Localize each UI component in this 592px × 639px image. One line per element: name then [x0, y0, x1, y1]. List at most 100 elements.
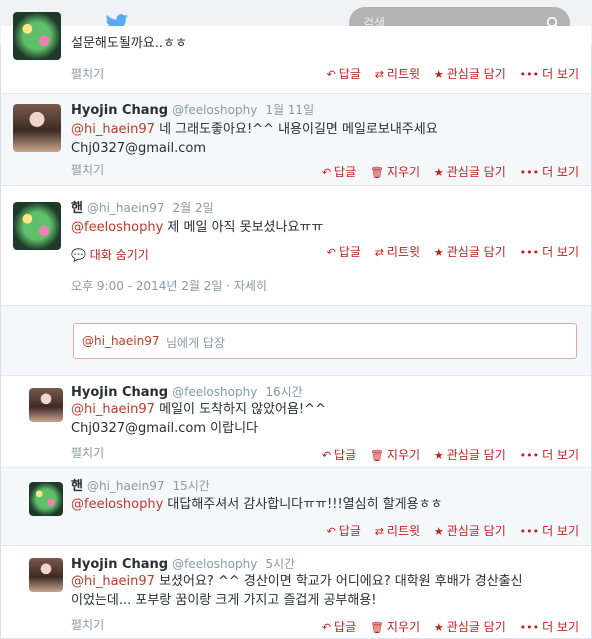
tweet-time[interactable]: 2월 2일	[172, 201, 213, 215]
detail-link[interactable]: 자세히	[234, 279, 267, 293]
tweet-actions: ↶ 답글 🗑 지우기 ★ 관심글 담기 ••• 더 보기	[312, 446, 579, 463]
expand-link[interactable]: 펼치기	[71, 444, 104, 461]
trash-icon: 🗑	[369, 166, 384, 179]
tweet-actions: ↶ 답글 🗑 지우기 ★ 관심글 담기 ••• 더 보기	[312, 618, 579, 635]
favorite-button[interactable]: ★ 관심글 담기	[434, 446, 506, 463]
trash-icon: 🗑	[369, 449, 384, 462]
more-icon: •••	[519, 246, 540, 259]
reply-icon: ↶	[321, 621, 332, 634]
retweet-button[interactable]: ⇄ 리트윗	[375, 522, 420, 539]
delete-button[interactable]: 🗑 지우기	[370, 446, 420, 463]
delete-button[interactable]: 🗑 지우기	[370, 163, 420, 180]
tweet[interactable]: Hyojin Chang @feeloshophy 5시간 @hi_haein97 …	[1, 546, 591, 639]
star-icon: ★	[433, 68, 444, 81]
more-button[interactable]: ••• 더 보기	[520, 243, 579, 260]
tweet-actions: ↶ 답글 ⇄ 리트윗 ★ 관심글 담기 ••• 더 보기	[317, 65, 579, 82]
tweet-text: @feeloshophy 대답해주셔서 감사합니다ㅠㅠ!!!열심히 할게용ㅎㅎ	[71, 497, 443, 512]
reply-icon: ↶	[326, 525, 336, 538]
reply-icon: ↶	[326, 246, 336, 259]
more-button[interactable]: ••• 더 보기	[520, 446, 579, 463]
tweet-time[interactable]: 15시간	[172, 479, 209, 493]
tweet[interactable]: Hyojin Chang @feeloshophy 16시간 @hi_haein97…	[1, 376, 591, 468]
more-button[interactable]: ••• 더 보기	[520, 65, 579, 82]
tweet-time[interactable]: 16시간	[265, 385, 302, 399]
star-icon: ★	[433, 525, 444, 538]
tweet[interactable]: Hyojin Chang @feeloshophy 1월 11일 @hi_haein…	[1, 94, 591, 186]
mention-link[interactable]: @hi_haein97	[71, 402, 155, 417]
favorite-button[interactable]: ★ 관심글 담기	[434, 522, 506, 539]
user-handle[interactable]: @feeloshophy	[172, 103, 257, 117]
reply-icon: ↶	[321, 449, 332, 462]
favorite-button[interactable]: ★ 관심글 담기	[434, 65, 506, 82]
user-handle[interactable]: @feeloshophy	[172, 385, 257, 399]
tweet-actions: ↶ 답글 ⇄ 리트윗 ★ 관심글 담기 ••• 더 보기	[317, 522, 579, 539]
favorite-button[interactable]: ★ 관심글 담기	[434, 163, 506, 180]
expand-link[interactable]: 펼치기	[71, 65, 104, 82]
more-button[interactable]: ••• 더 보기	[520, 618, 579, 635]
tweet-time[interactable]: 5시간	[265, 557, 295, 571]
reply-button[interactable]: ↶ 답글	[322, 618, 356, 635]
retweet-button[interactable]: ⇄ 리트윗	[375, 65, 420, 82]
reply-icon: ↶	[326, 68, 336, 81]
user-name[interactable]: 핸	[71, 201, 83, 216]
hide-conversation-link[interactable]: 💬 대화 숨기기	[71, 246, 149, 263]
tweet-header: 핸 @hi_haein97 2월 2일	[71, 200, 214, 217]
favorite-button[interactable]: ★ 관심글 담기	[434, 243, 506, 260]
retweet-icon: ⇄	[374, 525, 384, 538]
tweet-time[interactable]: 1월 11일	[265, 103, 314, 117]
star-icon: ★	[433, 621, 444, 634]
mention-link[interactable]: @feeloshophy	[71, 220, 163, 235]
tweet-text: @feeloshophy 제 메일 아직 못보셨나요ㅠㅠ	[71, 220, 324, 235]
user-name[interactable]: Hyojin Chang	[71, 557, 168, 572]
delete-button[interactable]: 🗑 지우기	[370, 618, 420, 635]
reply-button[interactable]: ↶ 답글	[322, 163, 356, 180]
tweet[interactable]: 핸 @hi_haein97 15시간 @feeloshophy 대답해주셔서 감사합…	[1, 468, 591, 546]
star-icon: ★	[433, 246, 444, 259]
tweet-text: @hi_haein97 네 그래도좋아요!^^ 내용이길면 메일로보내주세요 C…	[71, 122, 438, 156]
tweet-header: 핸 @hi_haein97 15시간	[71, 478, 210, 495]
retweet-icon: ⇄	[374, 68, 384, 81]
more-button[interactable]: ••• 더 보기	[520, 522, 579, 539]
tweet-text: @hi_haein97 메일이 도착하지 않았어욤!^^ Chj0327@gma…	[71, 402, 326, 436]
retweet-button[interactable]: ⇄ 리트윗	[375, 243, 420, 260]
reply-button[interactable]: ↶ 답글	[327, 522, 361, 539]
tweet-timestamp-detail: 오후 9:00 - 2014년 2월 2일 · 자세히	[71, 279, 267, 293]
expand-link[interactable]: 펼치기	[71, 616, 104, 633]
reply-button[interactable]: ↶ 답글	[327, 243, 361, 260]
mention-link[interactable]: @hi_haein97	[71, 574, 155, 589]
tweet-header: Hyojin Chang @feeloshophy 1월 11일	[71, 102, 314, 119]
reply-input[interactable]: @hi_haein97 님에게 답장	[73, 323, 577, 359]
more-button[interactable]: ••• 더 보기	[520, 163, 579, 180]
avatar[interactable]	[29, 558, 63, 592]
avatar[interactable]	[13, 202, 61, 250]
user-handle[interactable]: @feeloshophy	[172, 557, 257, 571]
avatar[interactable]	[13, 12, 61, 60]
reply-button[interactable]: ↶ 답글	[327, 65, 361, 82]
user-name[interactable]: Hyojin Chang	[71, 385, 168, 400]
mention-link[interactable]: @feeloshophy	[71, 497, 163, 512]
favorite-button[interactable]: ★ 관심글 담기	[434, 618, 506, 635]
avatar[interactable]	[29, 482, 63, 516]
more-icon: •••	[519, 525, 540, 538]
user-handle[interactable]: @hi_haein97	[87, 201, 165, 215]
user-name[interactable]: Hyojin Chang	[71, 103, 168, 118]
avatar[interactable]	[13, 104, 61, 152]
user-name[interactable]: 핸	[71, 479, 83, 494]
retweet-icon: ⇄	[374, 246, 384, 259]
tweet-header: Hyojin Chang @feeloshophy 16시간	[71, 384, 303, 401]
tweet-actions: ↶ 답글 🗑 지우기 ★ 관심글 담기 ••• 더 보기	[312, 163, 579, 180]
expand-link[interactable]: 펼치기	[71, 161, 104, 178]
mention-link[interactable]: @hi_haein97	[71, 122, 155, 137]
tweet-actions: ↶ 답글 ⇄ 리트윗 ★ 관심글 담기 ••• 더 보기	[317, 243, 579, 260]
more-icon: •••	[519, 166, 540, 179]
tweet-expanded[interactable]: 핸 @hi_haein97 2월 2일 @feeloshophy 제 메일 아직 못…	[1, 186, 591, 306]
tweet[interactable]: 설문해도될까요..ㅎㅎ 펼치기 ↶ 답글 ⇄ 리트윗 ★ 관심글 담기 ••• 더 보기	[1, 12, 591, 94]
more-icon: •••	[519, 621, 540, 634]
user-handle[interactable]: @hi_haein97	[87, 479, 165, 493]
reply-icon: ↶	[321, 166, 332, 179]
timeline: 설문해도될까요..ㅎㅎ 펼치기 ↶ 답글 ⇄ 리트윗 ★ 관심글 담기 ••• 더 보기…	[0, 12, 592, 639]
tweet-header: Hyojin Chang @feeloshophy 5시간	[71, 556, 295, 573]
reply-button[interactable]: ↶ 답글	[322, 446, 356, 463]
more-icon: •••	[519, 68, 540, 81]
avatar[interactable]	[29, 388, 63, 422]
